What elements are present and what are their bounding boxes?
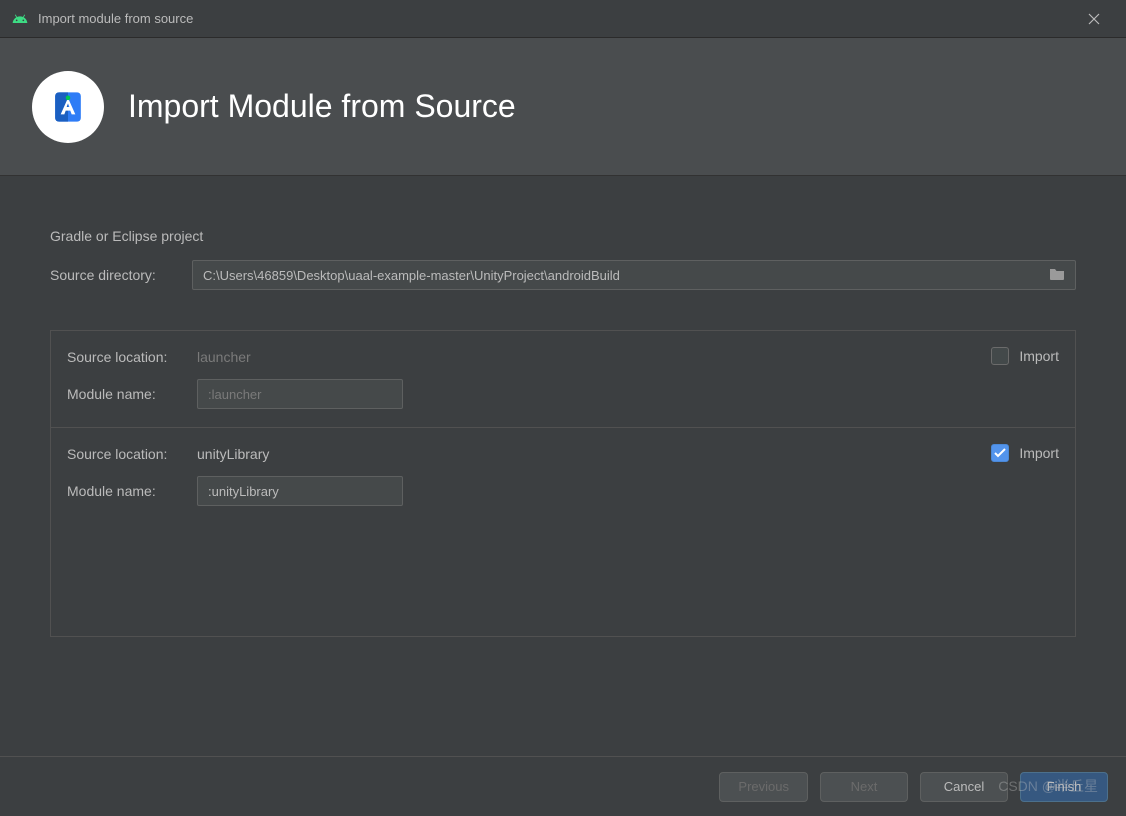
- module-name-label: Module name:: [67, 386, 197, 402]
- dialog-footer: Previous Next Cancel Finish: [0, 756, 1126, 816]
- next-button[interactable]: Next: [820, 772, 908, 802]
- module-panel-launcher: Import Source location: launcher Module …: [51, 331, 1075, 428]
- source-location-label: Source location:: [67, 349, 197, 365]
- module-name-label: Module name:: [67, 483, 197, 499]
- titlebar: Import module from source: [0, 0, 1126, 38]
- section-label: Gradle or Eclipse project: [50, 228, 1076, 244]
- browse-folder-icon[interactable]: [1049, 267, 1065, 284]
- source-directory-row: Source directory:: [50, 260, 1076, 290]
- module-name-input[interactable]: [197, 379, 403, 409]
- source-directory-input[interactable]: [203, 268, 1041, 283]
- source-location-value: launcher: [197, 349, 251, 365]
- import-checkbox[interactable]: [991, 347, 1009, 365]
- source-directory-label: Source directory:: [50, 267, 192, 283]
- content-area: Gradle or Eclipse project Source directo…: [0, 176, 1126, 657]
- close-button[interactable]: [1074, 4, 1114, 34]
- import-checkbox[interactable]: [991, 444, 1009, 462]
- source-location-label: Source location:: [67, 446, 197, 462]
- import-label: Import: [1019, 348, 1059, 364]
- import-checkbox-row: Import: [991, 444, 1059, 462]
- source-location-value: unityLibrary: [197, 446, 269, 462]
- import-label: Import: [1019, 445, 1059, 461]
- previous-button[interactable]: Previous: [719, 772, 808, 802]
- module-name-input[interactable]: [197, 476, 403, 506]
- android-studio-icon: [32, 71, 104, 143]
- window-title: Import module from source: [38, 11, 1074, 26]
- android-icon: [12, 11, 28, 27]
- finish-button[interactable]: Finish: [1020, 772, 1108, 802]
- cancel-button[interactable]: Cancel: [920, 772, 1008, 802]
- page-title: Import Module from Source: [128, 88, 516, 125]
- modules-list: Import Source location: launcher Module …: [50, 330, 1076, 637]
- dialog-header: Import Module from Source: [0, 38, 1126, 176]
- import-checkbox-row: Import: [991, 347, 1059, 365]
- source-directory-field[interactable]: [192, 260, 1076, 290]
- module-panel-unitylibrary: Import Source location: unityLibrary Mod…: [51, 428, 1075, 636]
